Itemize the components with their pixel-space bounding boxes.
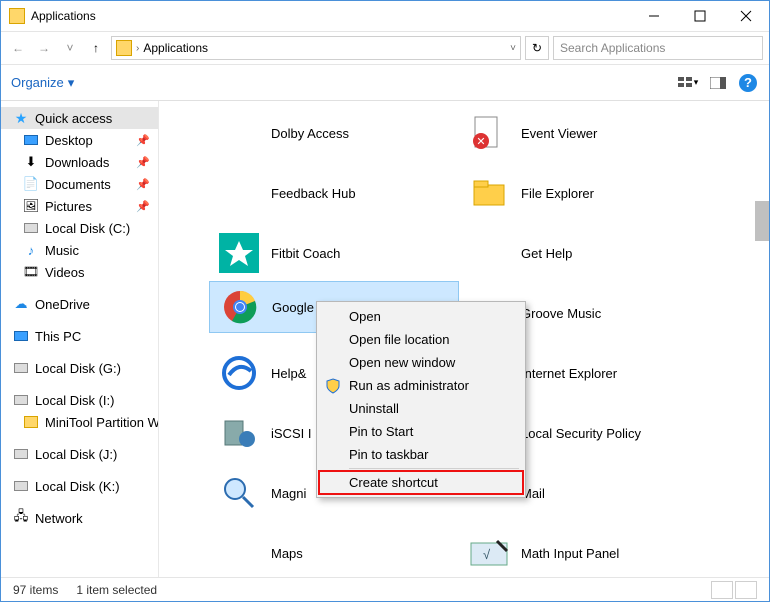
- sidebar-item-localk[interactable]: Local Disk (K:): [1, 475, 158, 497]
- iscsi-icon: [219, 413, 259, 453]
- sidebar-item-localj[interactable]: Local Disk (J:): [1, 443, 158, 465]
- drive-icon: [14, 481, 28, 491]
- app-item-eventviewer[interactable]: ✕Event Viewer: [459, 107, 709, 159]
- refresh-button[interactable]: ↻: [525, 36, 549, 60]
- ctx-open-location[interactable]: Open file location: [319, 328, 523, 351]
- sidebar-item-pictures[interactable]: 🖼Pictures📌: [1, 195, 158, 217]
- search-placeholder: Search Applications: [560, 41, 665, 55]
- sidebar-item-localg[interactable]: Local Disk (G:): [1, 357, 158, 379]
- items-view[interactable]: Dolby Access ✕Event Viewer Feedback Hub …: [159, 101, 769, 577]
- drive-icon: [24, 223, 38, 233]
- breadcrumb-segment[interactable]: Applications: [143, 41, 208, 55]
- pin-icon: 📌: [136, 200, 150, 213]
- maximize-button[interactable]: [677, 1, 723, 31]
- network-icon: 🖧: [13, 510, 29, 526]
- status-count: 97 items: [13, 583, 58, 597]
- ctx-run-admin[interactable]: Run as administrator: [319, 374, 523, 397]
- sidebar-item-downloads[interactable]: ⬇Downloads📌: [1, 151, 158, 173]
- caret-down-icon: ▾: [68, 75, 75, 91]
- view-options-button[interactable]: ▾: [677, 72, 699, 94]
- folder-icon: [9, 8, 25, 24]
- folder-icon: [469, 173, 509, 213]
- breadcrumb[interactable]: › Applications ˅: [111, 36, 521, 60]
- minimize-button[interactable]: [631, 1, 677, 31]
- music-icon: ♪: [23, 242, 39, 258]
- view-details-button[interactable]: [711, 581, 733, 599]
- mathinput-icon: √: [469, 533, 509, 573]
- desktop-icon: [24, 135, 38, 145]
- fitbit-icon: [219, 233, 259, 273]
- sidebar-item-network[interactable]: 🖧Network: [1, 507, 158, 529]
- pin-icon: 📌: [136, 134, 150, 147]
- search-input[interactable]: Search Applications: [553, 36, 763, 60]
- address-bar: ← → ˅ ↑ › Applications ˅ ↻ Search Applic…: [1, 31, 769, 65]
- sidebar-item-documents[interactable]: 📄Documents📌: [1, 173, 158, 195]
- app-item-fileexplorer[interactable]: File Explorer: [459, 167, 709, 219]
- organize-button[interactable]: Organize ▾: [11, 75, 74, 91]
- context-menu: Open Open file location Open new window …: [316, 301, 526, 498]
- sidebar-item-desktop[interactable]: Desktop📌: [1, 129, 158, 151]
- forward-button[interactable]: →: [33, 37, 55, 59]
- app-item-fitbit[interactable]: Fitbit Coach: [209, 227, 459, 279]
- chrome-icon: [220, 287, 260, 327]
- chevron-down-icon[interactable]: ˅: [510, 43, 516, 54]
- ctx-open[interactable]: Open: [319, 305, 523, 328]
- separator: [349, 468, 519, 469]
- drive-icon: [14, 395, 28, 405]
- sidebar-item-minitool[interactable]: MiniTool Partition W: [1, 411, 158, 433]
- videos-icon: 🎞: [23, 264, 39, 280]
- pictures-icon: 🖼: [23, 198, 39, 214]
- folder-icon: [116, 40, 132, 56]
- ctx-open-window[interactable]: Open new window: [319, 351, 523, 374]
- scrollbar-thumb[interactable]: [755, 201, 769, 241]
- star-icon: ★: [13, 110, 29, 126]
- sidebar-item-videos[interactable]: 🎞Videos: [1, 261, 158, 283]
- eventviewer-icon: ✕: [469, 113, 509, 153]
- back-button[interactable]: ←: [7, 37, 29, 59]
- pin-icon: 📌: [136, 178, 150, 191]
- sidebar-item-localc[interactable]: Local Disk (C:): [1, 217, 158, 239]
- app-item-maps[interactable]: Maps: [209, 527, 459, 577]
- documents-icon: 📄: [23, 176, 39, 192]
- svg-text:✕: ✕: [476, 136, 485, 148]
- up-button[interactable]: ↑: [85, 37, 107, 59]
- chevron-right-icon: ›: [136, 43, 139, 54]
- sidebar-item-onedrive[interactable]: ☁OneDrive: [1, 293, 158, 315]
- preview-pane-button[interactable]: [707, 72, 729, 94]
- command-bar: Organize ▾ ▾ ?: [1, 65, 769, 101]
- drive-icon: [14, 363, 28, 373]
- cloud-icon: ☁: [13, 296, 29, 312]
- recent-button[interactable]: ˅: [59, 37, 81, 59]
- window-title: Applications: [31, 9, 96, 23]
- folder-icon: [24, 416, 38, 428]
- explorer-window: Applications ← → ˅ ↑ › Applications ˅ ↻ …: [0, 0, 770, 602]
- downloads-icon: ⬇: [23, 154, 39, 170]
- ctx-create-shortcut[interactable]: Create shortcut: [319, 471, 523, 494]
- shield-icon: [325, 378, 341, 394]
- titlebar: Applications: [1, 1, 769, 31]
- pin-icon: 📌: [136, 156, 150, 169]
- view-large-button[interactable]: [735, 581, 757, 599]
- sidebar-item-music[interactable]: ♪Music: [1, 239, 158, 261]
- app-item-dolby[interactable]: Dolby Access: [209, 107, 459, 159]
- app-item-gethelp[interactable]: Get Help: [459, 227, 709, 279]
- navigation-pane: ★Quick access Desktop📌 ⬇Downloads📌 📄Docu…: [1, 101, 159, 577]
- sidebar-item-locali[interactable]: Local Disk (I:): [1, 389, 158, 411]
- ctx-uninstall[interactable]: Uninstall: [319, 397, 523, 420]
- drive-icon: [14, 449, 28, 459]
- status-selected: 1 item selected: [76, 583, 157, 597]
- status-bar: 97 items 1 item selected: [1, 577, 769, 601]
- app-item-feedback[interactable]: Feedback Hub: [209, 167, 459, 219]
- help-button[interactable]: ?: [737, 72, 759, 94]
- svg-text:√: √: [483, 547, 491, 562]
- close-button[interactable]: [723, 1, 769, 31]
- magnifier-icon: [219, 473, 259, 513]
- pc-icon: [14, 331, 28, 341]
- ctx-pin-start[interactable]: Pin to Start: [319, 420, 523, 443]
- ctx-pin-taskbar[interactable]: Pin to taskbar: [319, 443, 523, 466]
- app-item-mathinput[interactable]: √Math Input Panel: [459, 527, 709, 577]
- sidebar-item-thispc[interactable]: This PC: [1, 325, 158, 347]
- edge-icon: [219, 353, 259, 393]
- sidebar-item-quick-access[interactable]: ★Quick access: [1, 107, 158, 129]
